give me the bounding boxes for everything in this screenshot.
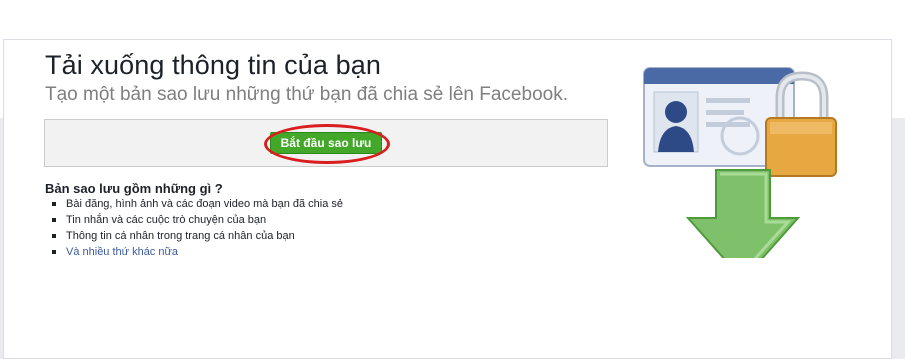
start-backup-button[interactable]: Bắt đầu sao lưu bbox=[270, 132, 382, 154]
padlock-icon bbox=[765, 71, 837, 177]
backup-illustration bbox=[643, 67, 837, 258]
list-item: Bài đăng, hình ảnh và các đoạn video mà … bbox=[48, 196, 343, 212]
list-item-more: Và nhiều thứ khác nữa bbox=[48, 244, 343, 260]
includes-list: Bài đăng, hình ảnh và các đoạn video mà … bbox=[48, 196, 343, 260]
page-subtitle: Tạo một bản sao lưu những thứ bạn đã chi… bbox=[45, 84, 568, 105]
includes-heading: Bản sao lưu gồm những gì ? bbox=[45, 181, 223, 196]
list-item: Thông tin cá nhân trong trang cá nhân củ… bbox=[48, 228, 343, 244]
page-title: Tải xuống thông tin của bạn bbox=[45, 50, 381, 80]
more-link[interactable]: Và nhiều thứ khác nữa bbox=[66, 246, 178, 258]
backup-action-box: Bắt đầu sao lưu bbox=[44, 119, 608, 167]
list-item: Tin nhắn và các cuộc trò chuyện của bạn bbox=[48, 212, 343, 228]
download-arrow-icon bbox=[685, 169, 801, 258]
